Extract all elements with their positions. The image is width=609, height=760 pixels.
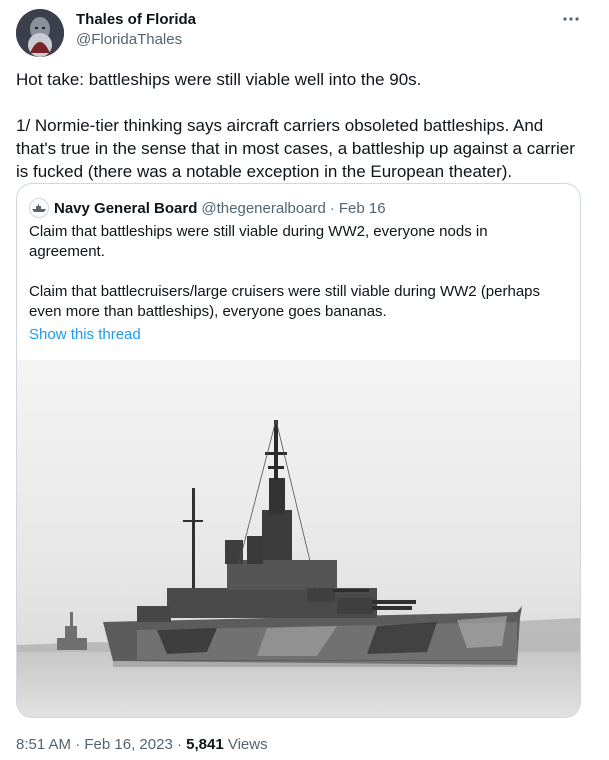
battleship-photo[interactable] bbox=[17, 360, 580, 718]
separator-dot: · bbox=[176, 736, 182, 753]
quoted-author-handle[interactable]: @thegeneralboard bbox=[201, 200, 325, 217]
author-handle[interactable]: @FloridaThales bbox=[76, 30, 196, 50]
quoted-paragraph: Claim that battlecruisers/large cruisers… bbox=[29, 283, 541, 320]
ship-logo-icon bbox=[32, 204, 46, 212]
views-label: Views bbox=[227, 736, 268, 753]
tweet-date[interactable]: Feb 16, 2023 bbox=[84, 736, 172, 753]
author-name[interactable]: Thales of Florida bbox=[76, 10, 196, 30]
tweet-time[interactable]: 8:51 AM bbox=[16, 736, 71, 753]
quoted-date[interactable]: Feb 16 bbox=[339, 200, 386, 217]
separator-dot: · bbox=[75, 736, 81, 753]
quoted-tweet[interactable]: Navy General Board @thegeneralboard · Fe… bbox=[16, 183, 581, 718]
quoted-paragraph: Claim that battleships were still viable… bbox=[29, 223, 488, 260]
tweet-paragraph: 1/ Normie-tier thinking says aircraft ca… bbox=[16, 116, 575, 181]
separator-dot: · bbox=[329, 199, 335, 217]
show-thread-link[interactable]: Show this thread bbox=[29, 325, 141, 345]
quoted-tweet-header: Navy General Board @thegeneralboard · Fe… bbox=[29, 198, 386, 218]
author-info: Thales of Florida @FloridaThales bbox=[76, 10, 196, 50]
author-avatar[interactable] bbox=[16, 9, 64, 57]
quoted-tweet-text: Claim that battleships were still viable… bbox=[29, 222, 564, 342]
more-options-button[interactable] bbox=[561, 12, 581, 26]
tweet-meta: 8:51 AM · Feb 16, 2023 · 5,841 Views bbox=[16, 735, 268, 755]
more-horizontal-icon bbox=[563, 17, 579, 21]
quoted-avatar[interactable] bbox=[29, 198, 49, 218]
tweet-paragraph: Hot take: battleships were still viable … bbox=[16, 70, 422, 89]
quoted-author-name[interactable]: Navy General Board bbox=[54, 200, 197, 217]
views-count: 5,841 bbox=[186, 736, 224, 753]
